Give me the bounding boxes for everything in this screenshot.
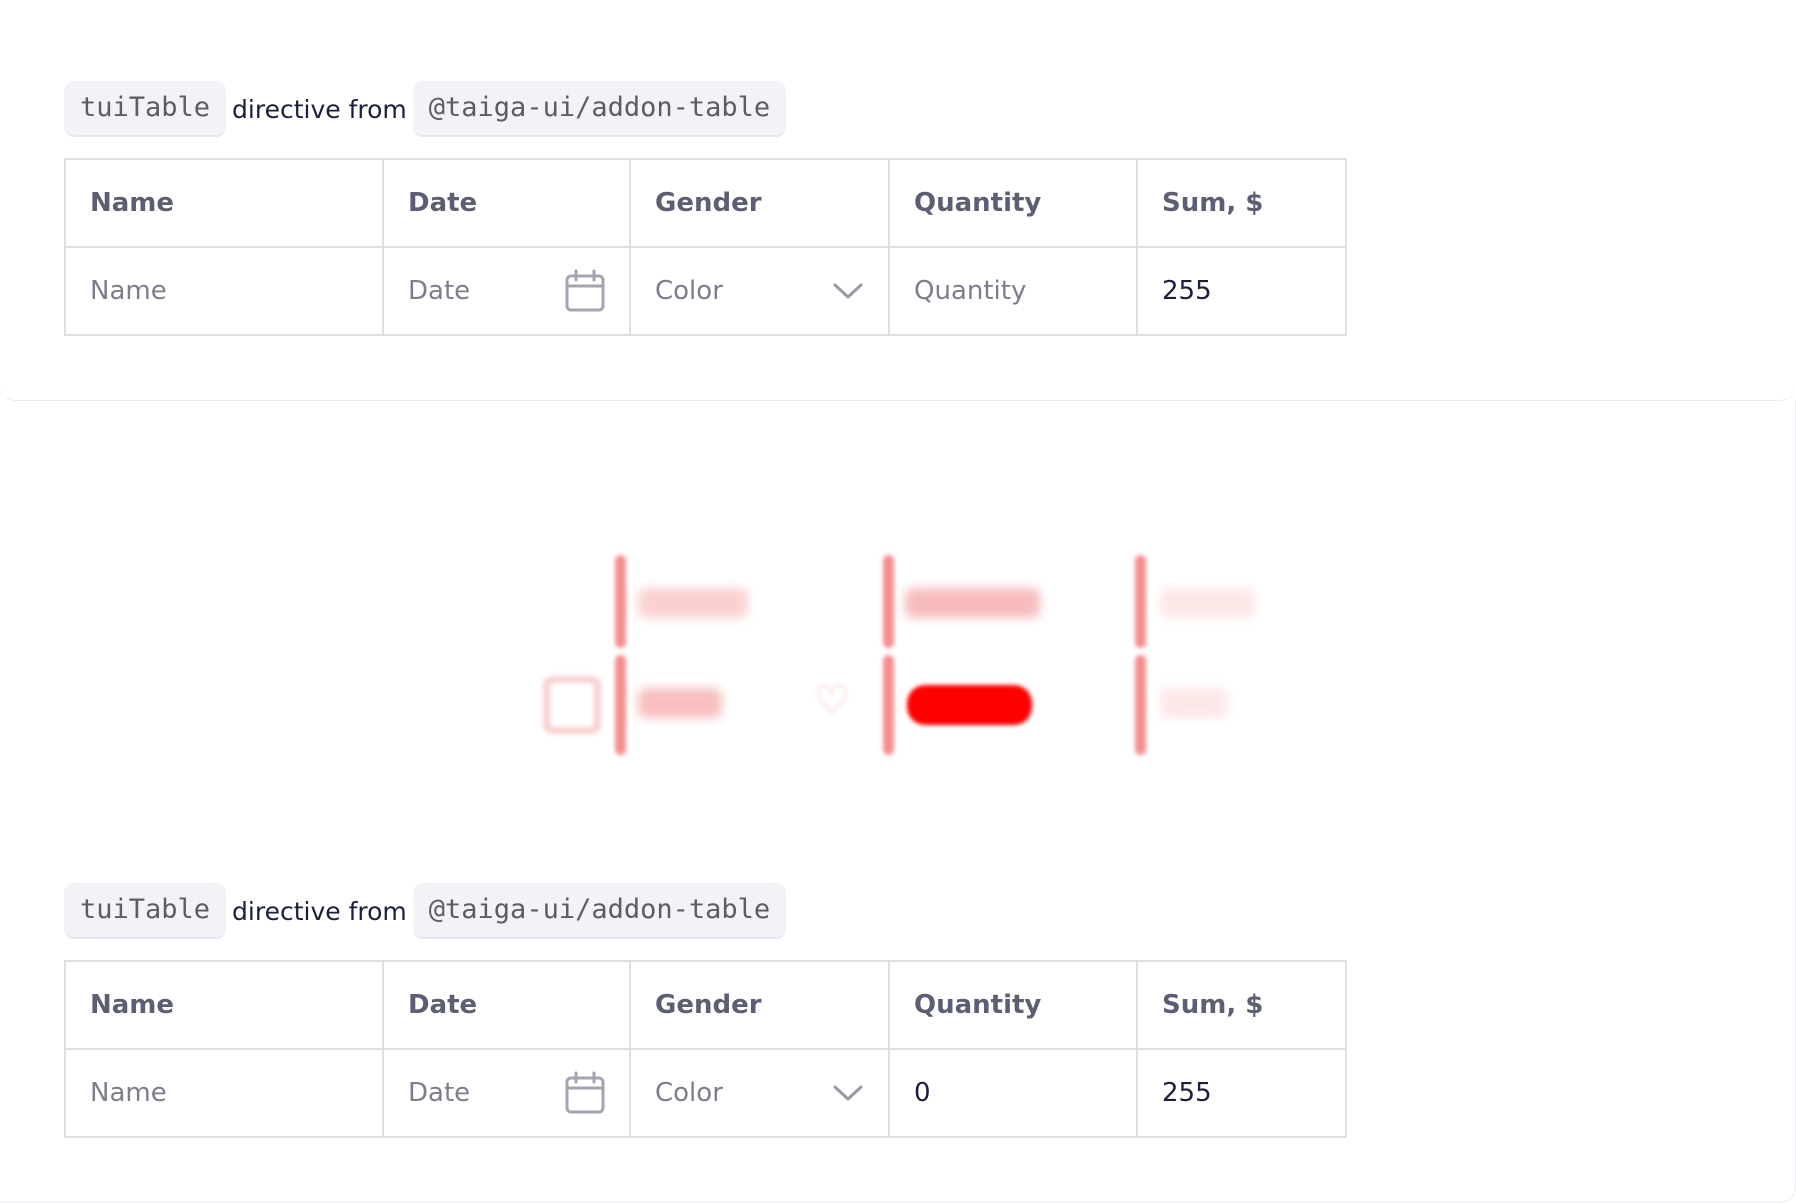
directive-code: tuiTable xyxy=(64,81,227,137)
editable-table-top: Name Date Gender Quantity Sum, $ Name Da… xyxy=(64,158,1347,336)
date-placeholder: Date xyxy=(408,1078,471,1108)
table-row: Name Date Color xyxy=(64,1048,1347,1138)
table-caption-bottom: tuiTable directive from @taiga-ui/addon-… xyxy=(64,883,787,939)
name-placeholder: Name xyxy=(90,1078,167,1108)
name-placeholder: Name xyxy=(90,276,167,306)
gender-select[interactable]: Color xyxy=(629,246,890,336)
name-input[interactable]: Name xyxy=(64,246,384,336)
blur-divider xyxy=(615,555,626,648)
gender-placeholder: Color xyxy=(655,276,723,306)
blur-divider xyxy=(615,655,626,755)
directive-code: tuiTable xyxy=(64,883,227,939)
heart-icon: ♡ xyxy=(814,678,850,724)
blur-text xyxy=(638,688,722,718)
blur-divider xyxy=(883,655,894,755)
quantity-placeholder: Quantity xyxy=(914,276,1027,306)
blur-divider xyxy=(883,555,894,648)
blur-text xyxy=(638,588,748,618)
quantity-input[interactable]: Quantity xyxy=(888,246,1138,336)
table-header-row: Name Date Gender Quantity Sum, $ xyxy=(64,158,1347,248)
header-sum: Sum, $ xyxy=(1136,158,1347,248)
sum-cell: 255 xyxy=(1136,246,1347,336)
date-input[interactable]: Date xyxy=(382,246,631,336)
quantity-input[interactable]: 0 xyxy=(888,1048,1138,1138)
calendar-icon xyxy=(544,677,600,733)
header-name: Name xyxy=(64,960,384,1050)
gender-select[interactable]: Color xyxy=(629,1048,890,1138)
editable-table-bottom: Name Date Gender Quantity Sum, $ Name Da… xyxy=(64,960,1347,1138)
sum-value: 255 xyxy=(1162,1078,1212,1108)
caption-text: directive from xyxy=(232,94,407,124)
package-code: @taiga-ui/addon-table xyxy=(412,81,787,137)
sum-value: 255 xyxy=(1162,276,1212,306)
gender-placeholder: Color xyxy=(655,1078,723,1108)
chevron-down-icon[interactable] xyxy=(832,281,864,301)
blur-highlight xyxy=(907,685,1032,725)
table-caption-top: tuiTable directive from @taiga-ui/addon-… xyxy=(64,81,787,137)
header-sum: Sum, $ xyxy=(1136,960,1347,1050)
blur-text xyxy=(1160,688,1228,718)
calendar-icon[interactable] xyxy=(565,269,605,313)
blur-text xyxy=(905,588,1040,618)
name-input[interactable]: Name xyxy=(64,1048,384,1138)
blur-divider xyxy=(1135,655,1146,755)
sum-cell: 255 xyxy=(1136,1048,1347,1138)
header-quantity: Quantity xyxy=(888,158,1138,248)
blurred-transition-preview: ♡ xyxy=(520,540,1280,770)
quantity-value: 0 xyxy=(914,1078,931,1108)
date-input[interactable]: Date xyxy=(382,1048,631,1138)
calendar-icon[interactable] xyxy=(565,1071,605,1115)
header-quantity: Quantity xyxy=(888,960,1138,1050)
header-gender: Gender xyxy=(629,158,890,248)
chevron-down-icon[interactable] xyxy=(832,1083,864,1103)
header-date: Date xyxy=(382,158,631,248)
header-date: Date xyxy=(382,960,631,1050)
date-placeholder: Date xyxy=(408,276,471,306)
header-gender: Gender xyxy=(629,960,890,1050)
package-code: @taiga-ui/addon-table xyxy=(412,883,787,939)
blur-text xyxy=(1160,588,1255,618)
blur-divider xyxy=(1135,555,1146,648)
caption-text: directive from xyxy=(232,896,407,926)
header-name: Name xyxy=(64,158,384,248)
table-row: Name Date Color xyxy=(64,246,1347,336)
table-header-row: Name Date Gender Quantity Sum, $ xyxy=(64,960,1347,1050)
